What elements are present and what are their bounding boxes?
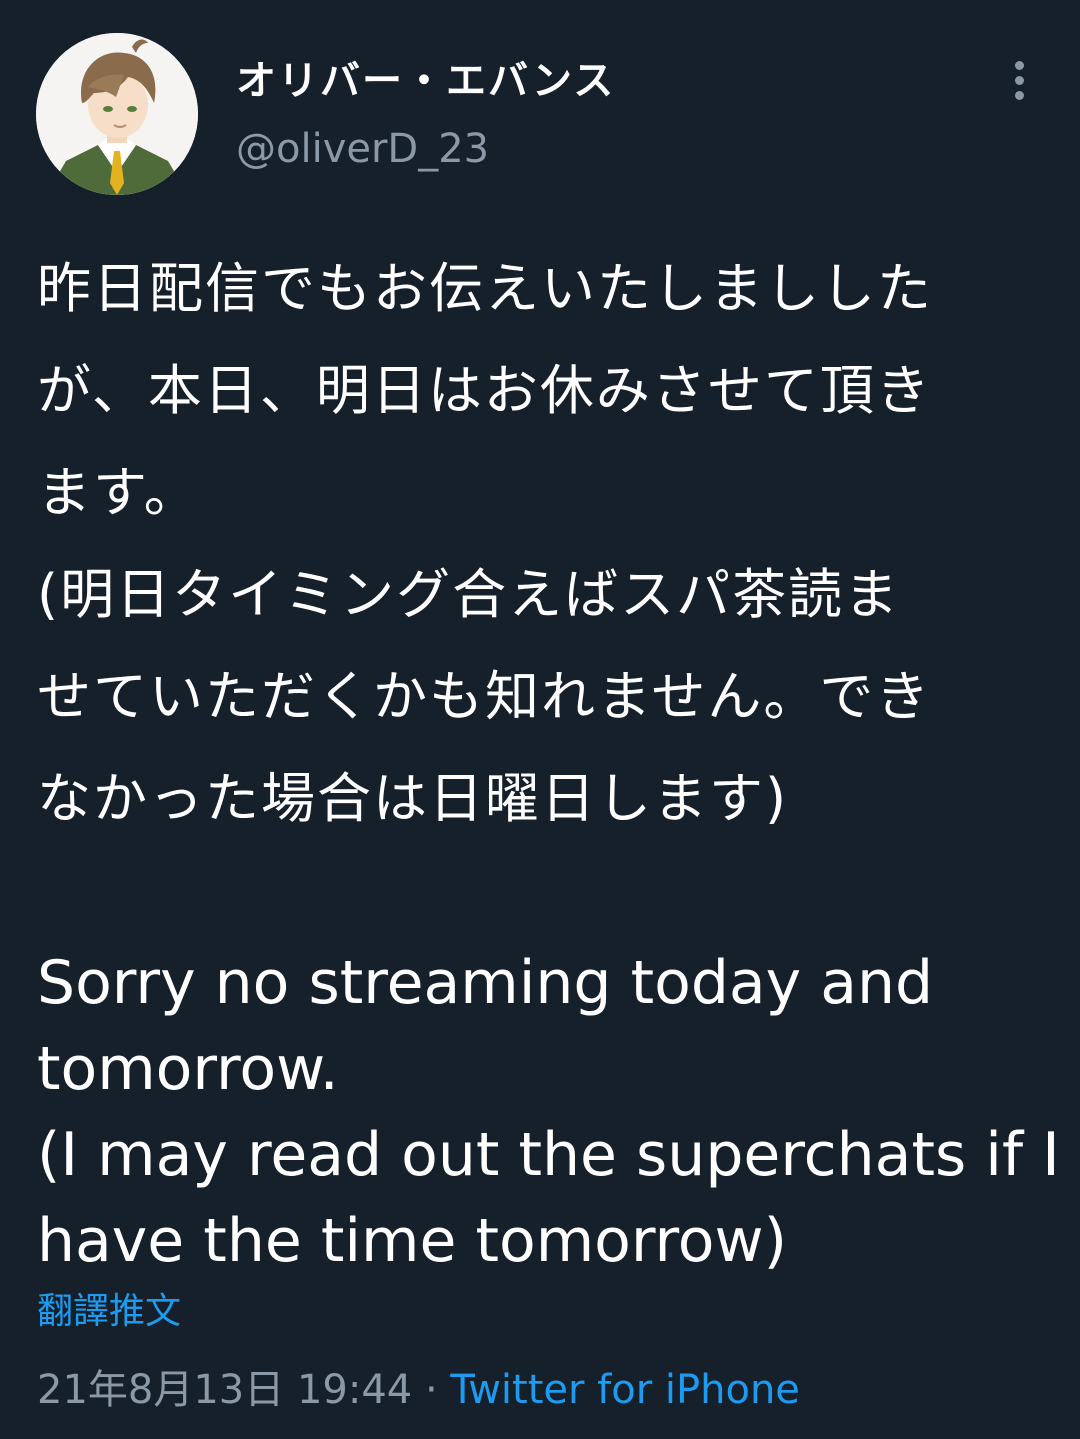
display-name[interactable]: オリバー・エバンス: [236, 48, 615, 106]
tweet-text-line: tomorrow.: [37, 1034, 339, 1104]
tweet-text-line: なかった場合は日曜日します): [37, 767, 789, 830]
translate-tweet-link[interactable]: 翻譯推文: [37, 1282, 181, 1334]
meta-separator: ·: [424, 1367, 438, 1413]
tweet-text-line: ます。: [37, 461, 200, 524]
timestamp[interactable]: 21年8月13日 19:44: [37, 1367, 412, 1413]
tweet-text-line: (I may read out the superchats if I: [37, 1120, 1060, 1190]
tweet-text-line: せていただくかも知れません。でき: [37, 665, 932, 728]
more-vertical-icon: [1015, 61, 1024, 70]
tweet-text-line: have the time tomorrow): [37, 1206, 787, 1276]
more-options-button[interactable]: [1000, 55, 1040, 105]
tweet-text: 昨日配信でもお伝えいたしましした が、本日、明日はお休みさせて頂き ます。 (明…: [37, 238, 1060, 1284]
user-handle[interactable]: @oliverD_23: [236, 126, 489, 172]
tweet-meta: 21年8月13日 19:44 · Twitter for iPhone: [37, 1357, 800, 1415]
tweet-text-line: が、本日、明日はお休みさせて頂き: [37, 359, 932, 422]
tweet-text-line: 昨日配信でもお伝えいたしましした: [37, 257, 933, 320]
tweet: オリバー・エバンス @oliverD_23 昨日配信でもお伝えいたしましした が…: [0, 0, 1080, 1439]
tweet-text-line: Sorry no streaming today and: [37, 948, 934, 1018]
avatar[interactable]: [36, 33, 198, 195]
source-link[interactable]: Twitter for iPhone: [450, 1367, 800, 1413]
tweet-text-line: (明日タイミング合えばスパ茶読ま: [37, 563, 901, 626]
avatar-illustration-icon: [36, 33, 198, 195]
